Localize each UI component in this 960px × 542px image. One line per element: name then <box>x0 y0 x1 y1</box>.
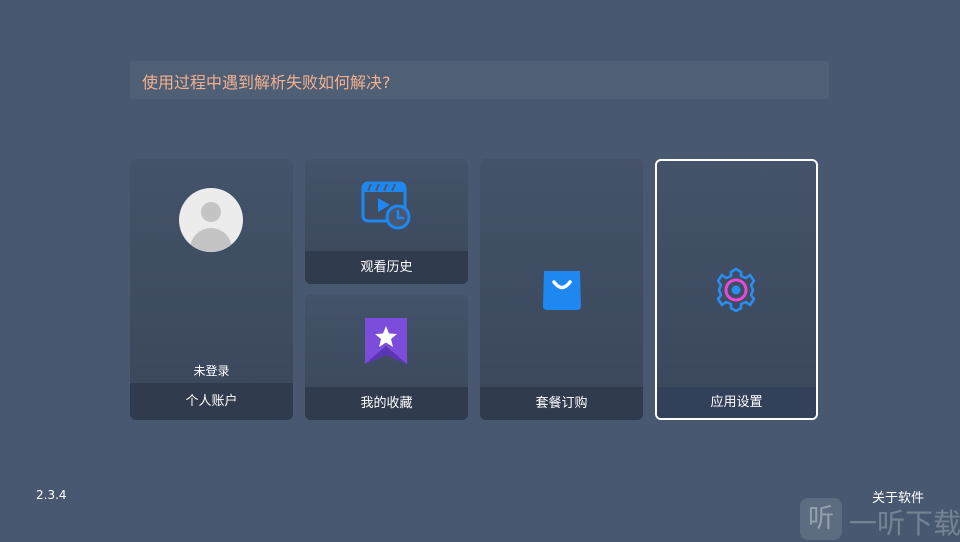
shopping-bag-icon <box>543 271 581 310</box>
gear-icon <box>716 267 756 313</box>
app-version: 2.3.4 <box>36 488 67 502</box>
account-card-label: 个人账户 <box>130 383 293 420</box>
bookmark-star-icon <box>365 318 407 364</box>
app-settings-label: 应用设置 <box>657 387 816 418</box>
watermark-logo-icon: 听 <box>800 498 842 540</box>
help-banner[interactable]: 使用过程中遇到解析失败如何解决? <box>130 61 829 99</box>
login-status: 未登录 <box>193 364 230 378</box>
watermark-text: 一听下载 <box>849 507 960 540</box>
watch-history-label: 观看历史 <box>305 251 468 284</box>
favorites-label: 我的收藏 <box>305 387 468 420</box>
plan-purchase-label: 套餐订购 <box>480 387 643 420</box>
video-history-icon <box>361 181 411 230</box>
avatar-icon <box>179 188 243 252</box>
help-banner-text: 使用过程中遇到解析失败如何解决? <box>142 73 391 92</box>
watermark: 听 一听下载 <box>800 496 960 540</box>
account-card[interactable]: 未登录 个人账户 <box>130 159 293 420</box>
